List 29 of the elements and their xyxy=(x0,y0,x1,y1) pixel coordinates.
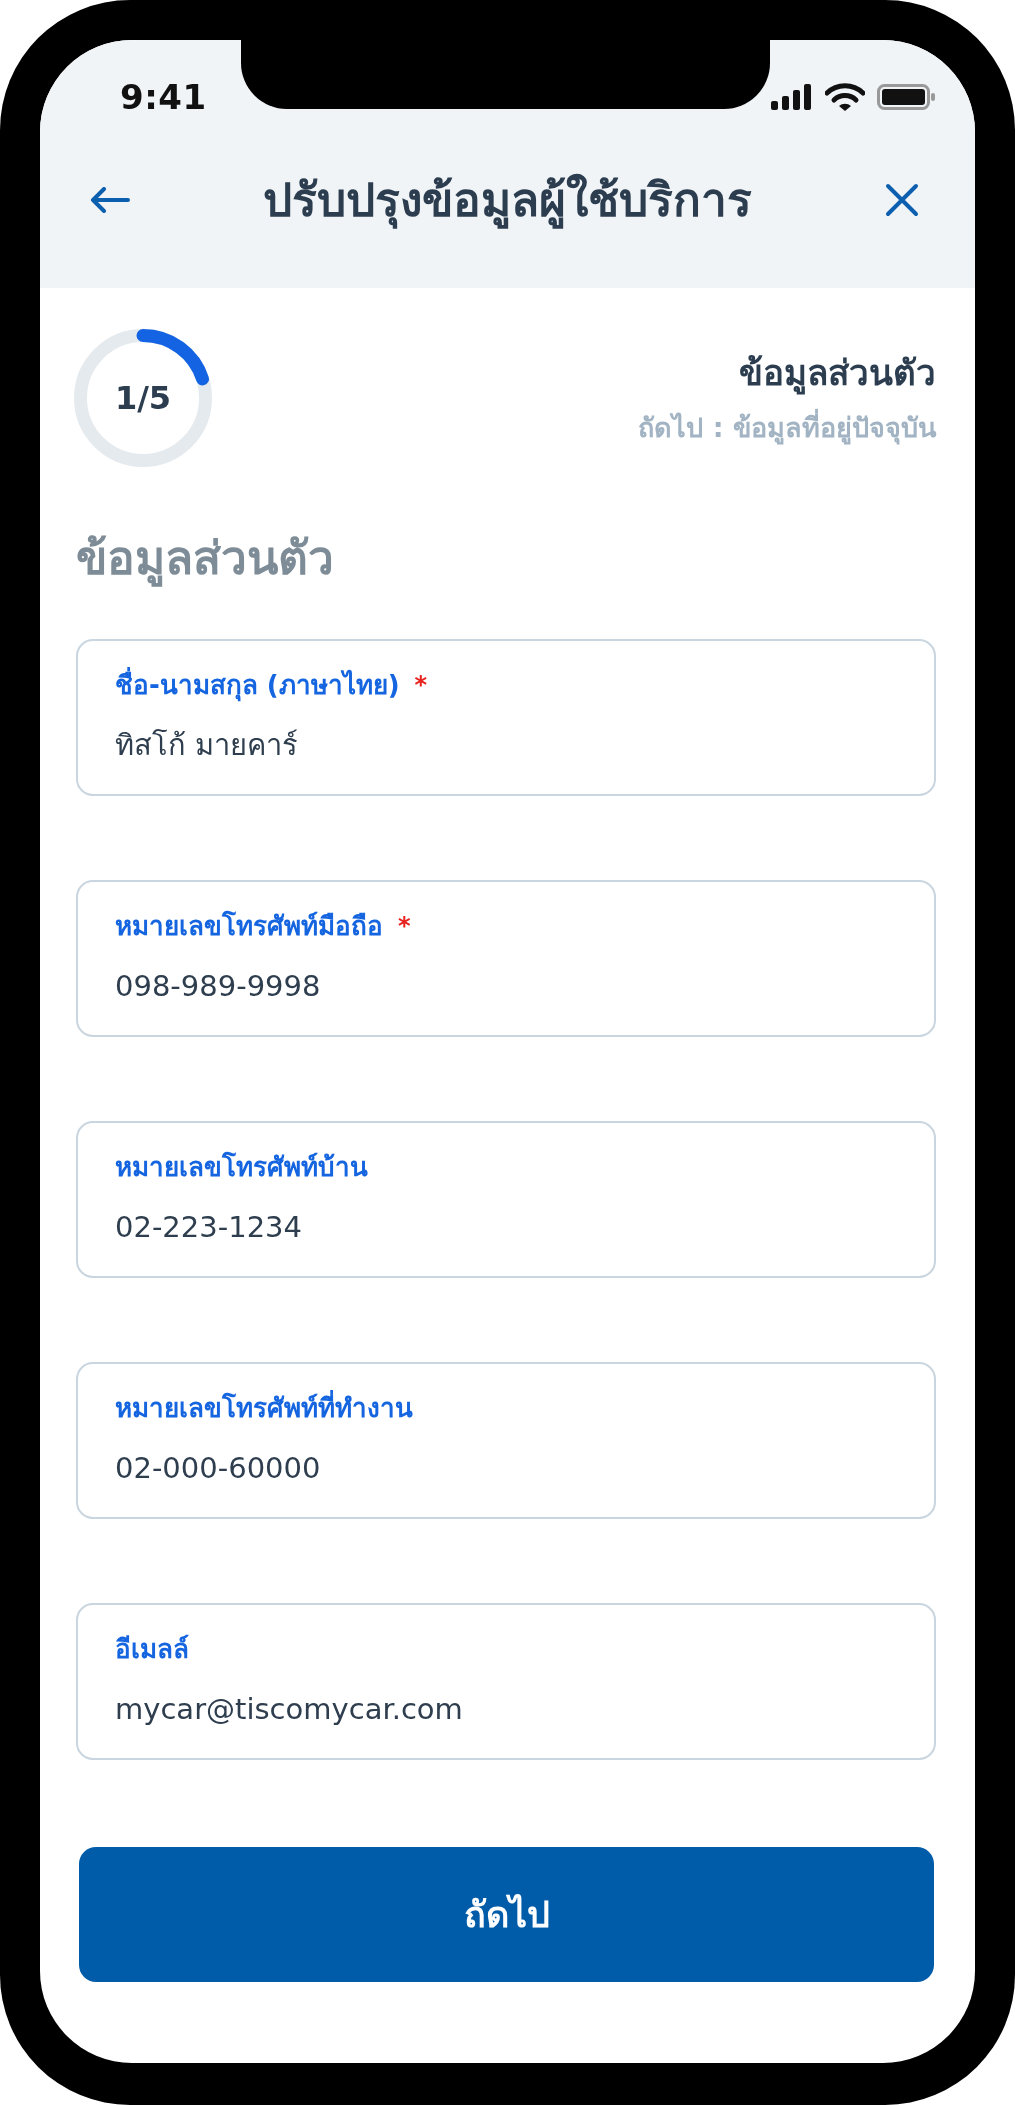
required-asterisk: * xyxy=(398,911,411,942)
field-value: 02-223-1234 xyxy=(115,1209,302,1246)
signal-icon xyxy=(771,84,813,110)
field-label: ชื่อ-นามสกุล (ภาษาไทย) xyxy=(115,667,400,703)
input-field[interactable]: หมายเลขโทรศัพท์ที่ทำงาน 02-000-60000 xyxy=(76,1362,936,1519)
field-value: 02-000-60000 xyxy=(115,1450,321,1487)
required-asterisk: * xyxy=(414,670,428,701)
wifi-icon xyxy=(825,83,865,111)
step-counter: 1/5 xyxy=(114,378,172,418)
input-field[interactable]: หมายเลขโทรศัพท์บ้าน 02-223-1234 xyxy=(76,1121,936,1278)
field-label: อีเมลล์ xyxy=(115,1633,189,1666)
input-field[interactable]: หมายเลขโทรศัพท์มือถือ * 098-989-9998 xyxy=(76,880,936,1037)
next-step-text: ถัดไป : ข้อมูลที่อยู่ปัจจุบัน xyxy=(638,409,936,447)
input-field[interactable]: อีเมลล์ mycar@tiscomycar.com xyxy=(76,1603,936,1760)
battery-icon xyxy=(877,84,935,110)
status-time: 9:41 xyxy=(120,77,207,117)
input-field[interactable]: ชื่อ-นามสกุล (ภาษาไทย) * ทิสโก้ มายคาร์ xyxy=(76,639,936,796)
screen-title: ปรับปรุงข้อมูลผู้ใช้บริการ xyxy=(263,172,752,230)
field-label: หมายเลขโทรศัพท์มือถือ xyxy=(115,909,383,943)
step-title: ข้อมูลส่วนตัว xyxy=(739,352,936,397)
field-label: หมายเลขโทรศัพท์บ้าน xyxy=(115,1150,368,1184)
field-value: mycar@tiscomycar.com xyxy=(115,1691,463,1728)
back-arrow-icon xyxy=(90,187,130,213)
next-button[interactable]: ถัดไป xyxy=(79,1847,934,1982)
section-heading: ข้อมูลส่วนตัว xyxy=(76,530,334,589)
field-value: 098-989-9998 xyxy=(115,968,321,1005)
close-icon xyxy=(885,183,919,217)
field-value: ทิสโก้ มายคาร์ xyxy=(115,727,299,764)
field-label: หมายเลขโทรศัพท์ที่ทำงาน xyxy=(115,1390,413,1426)
